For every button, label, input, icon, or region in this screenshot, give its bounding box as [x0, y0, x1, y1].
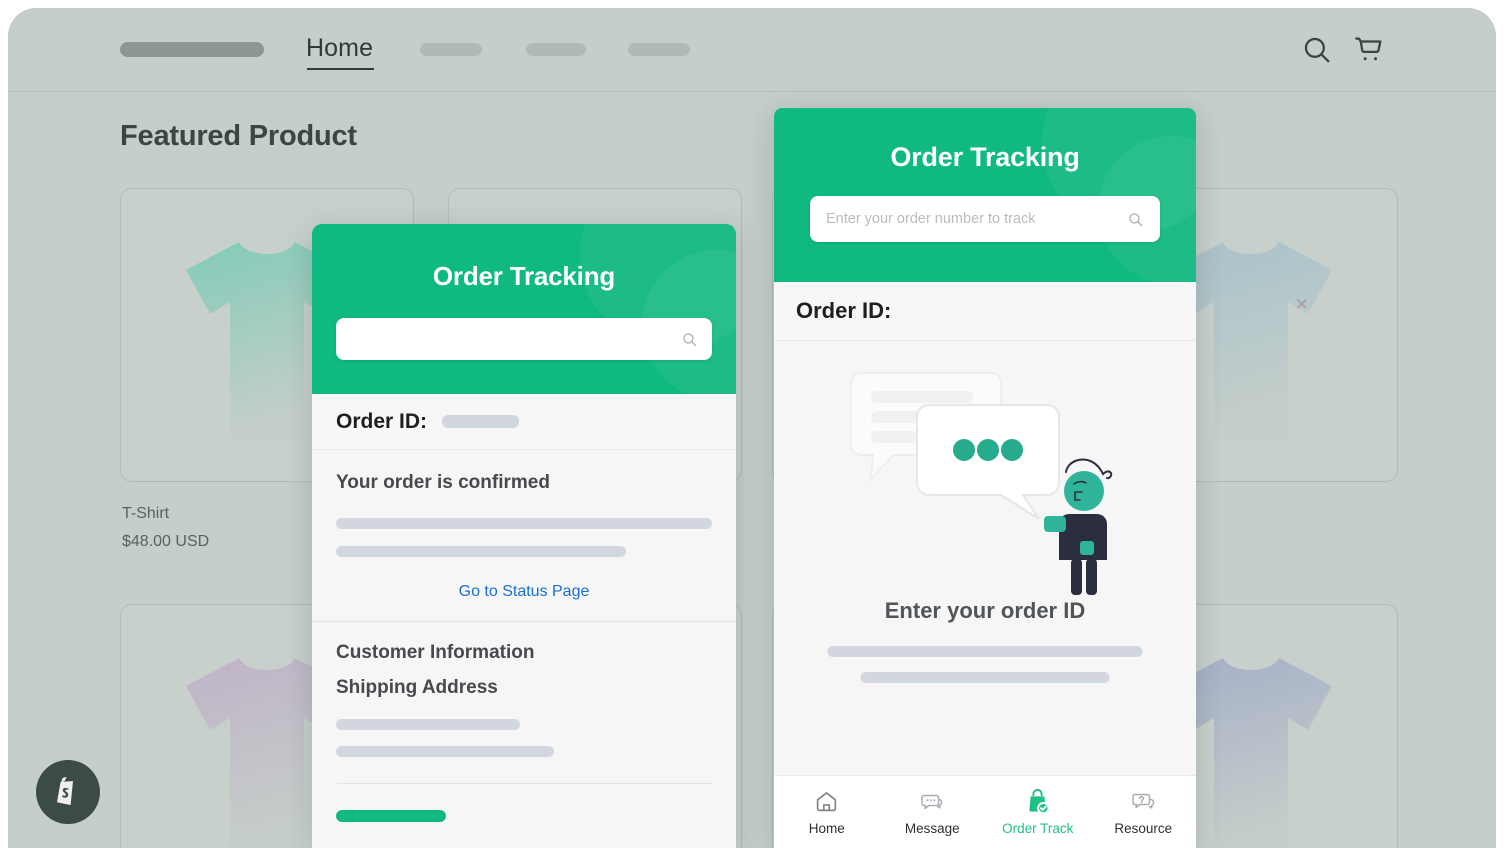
tab-order-track[interactable]: Order Track: [985, 788, 1091, 836]
home-icon: [814, 789, 839, 815]
skeleton-accent-line: [336, 810, 446, 822]
nav-item-placeholder-2[interactable]: [526, 43, 586, 56]
tab-label: Home: [808, 820, 845, 836]
nav-item-placeholder-3[interactable]: [628, 43, 690, 56]
skeleton-line: [336, 719, 521, 730]
divider: [337, 783, 712, 784]
order-search-input[interactable]: [336, 318, 712, 360]
order-status-title: Your order is confirmed: [336, 472, 550, 493]
order-id-label: Order ID:: [796, 298, 892, 323]
question-bubble-icon: [1130, 789, 1156, 815]
order-search-input[interactable]: Enter your order number to track: [810, 196, 1160, 242]
order-id-placeholder-bar: [442, 415, 520, 428]
page-title: Featured Product: [120, 120, 357, 152]
search-icon[interactable]: [1127, 211, 1144, 228]
skeleton-line: [860, 672, 1110, 683]
tab-resource[interactable]: Resource: [1091, 789, 1197, 836]
chat-bubble-icon: [919, 789, 945, 815]
skeleton-line: [827, 646, 1143, 657]
product-label: T-Shirt $48.00 USD: [122, 500, 209, 556]
search-icon[interactable]: [1300, 33, 1334, 72]
order-id-bar: Order ID:: [312, 394, 736, 450]
shopping-bag-check-icon: [1025, 788, 1050, 815]
shopify-bag-icon: [57, 777, 73, 805]
empty-state: Enter your order ID: [774, 341, 1196, 726]
nav-logo-placeholder: [120, 42, 264, 57]
screenshot-root: Home Featured Product ✕ T-Shirt $48.00 U…: [0, 0, 1504, 848]
order-status-section: Your order is confirmed Go to Status Pag…: [312, 450, 736, 622]
skeleton-line: [336, 518, 712, 529]
order-tracking-card-front: Order Tracking Enter your order number t…: [774, 108, 1196, 848]
product-price: $48.00 USD: [122, 533, 210, 550]
card-title: Order Tracking: [890, 142, 1080, 172]
card-title: Order Tracking: [432, 261, 616, 291]
skeleton-line: [336, 546, 626, 557]
go-to-status-page-link[interactable]: Go to Status Page: [336, 583, 712, 601]
nav-item-home[interactable]: Home: [306, 34, 373, 63]
tab-label: Order Track: [1002, 820, 1074, 836]
nav-active-underline: [307, 68, 374, 70]
customer-information-title: Customer Information: [336, 642, 535, 663]
customer-information-section: Customer Information Shipping Address: [312, 622, 736, 848]
cart-icon[interactable]: [1352, 33, 1386, 72]
tab-label: Resource: [1114, 820, 1173, 836]
empty-state-title: Enter your order ID: [884, 598, 1086, 623]
order-id-bar: Order ID:: [774, 282, 1196, 341]
shopify-chat-button[interactable]: [36, 760, 100, 824]
order-search-placeholder: Enter your order number to track: [826, 211, 1036, 227]
shipping-address-title: Shipping Address: [336, 677, 498, 698]
card-header: Order Tracking: [312, 224, 736, 394]
order-id-label: Order ID:: [336, 409, 428, 433]
chat-illustration: [850, 372, 1113, 595]
search-icon[interactable]: [681, 331, 698, 348]
close-icon[interactable]: ✕: [1295, 295, 1309, 315]
order-tracking-card-back: Order Tracking Order ID: Your order is c…: [312, 224, 736, 848]
bottom-tab-bar: Home Message Order Track Resource: [774, 775, 1196, 848]
tab-label: Message: [904, 820, 960, 836]
tab-message[interactable]: Message: [880, 789, 986, 836]
skeleton-line: [336, 746, 555, 757]
storefront-mock: Home Featured Product ✕ T-Shirt $48.00 U…: [8, 8, 1496, 848]
card-header: Order Tracking Enter your order number t…: [774, 108, 1196, 282]
product-name: T-Shirt: [122, 505, 170, 522]
storefront-navbar: Home: [8, 8, 1496, 92]
tab-home[interactable]: Home: [774, 789, 880, 836]
nav-item-placeholder-1[interactable]: [420, 43, 482, 56]
